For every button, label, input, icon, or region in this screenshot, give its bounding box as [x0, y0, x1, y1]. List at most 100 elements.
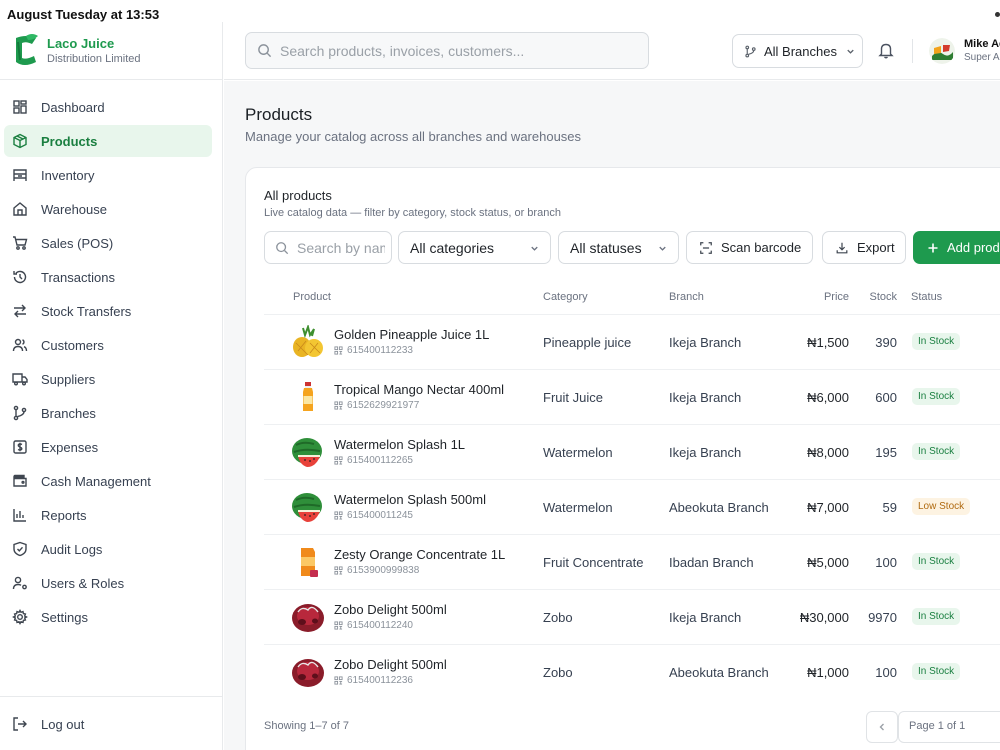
- product-thumbnail: [290, 380, 326, 414]
- table-row[interactable]: Zesty Orange Concentrate 1L 6153900999838…: [264, 534, 1000, 589]
- dashboard-icon: [13, 100, 27, 114]
- export-button[interactable]: Export: [822, 231, 906, 264]
- sidebar-item-transactions[interactable]: Transactions: [4, 261, 212, 293]
- divider: [912, 39, 913, 63]
- history-icon: [13, 270, 27, 284]
- table-row[interactable]: Zobo Delight 500ml 615400112236 Zobo Abeoku…: [264, 644, 1000, 699]
- sidebar-item-warehouse[interactable]: Warehouse: [4, 193, 212, 225]
- table-row[interactable]: Watermelon Splash 1L 615400112265 Watermel…: [264, 424, 1000, 479]
- sidebar-item-label: Reports: [41, 507, 87, 523]
- page-subtitle: Manage your catalog across all branches …: [245, 129, 582, 144]
- product-name[interactable]: Zobo Delight 500ml: [334, 602, 447, 617]
- table-row[interactable]: Tropical Mango Nectar 400ml 6152629921977…: [264, 369, 1000, 424]
- product-sku-value: 615400112240: [347, 620, 413, 631]
- scan-barcode-button[interactable]: Scan barcode: [686, 231, 813, 264]
- product-thumbnail: [290, 323, 326, 359]
- product-name[interactable]: Watermelon Splash 500ml: [334, 492, 486, 507]
- status-select[interactable]: All statuses: [558, 231, 679, 264]
- sidebar-item-reports[interactable]: Reports: [4, 499, 212, 531]
- column-header-product[interactable]: Product: [293, 291, 331, 303]
- result-count: Showing 1–7 of 7: [264, 720, 350, 732]
- global-search[interactable]: [245, 32, 649, 69]
- column-header-branch[interactable]: Branch: [669, 291, 704, 303]
- product-sku: 615400011245: [334, 510, 413, 521]
- product-sku: 6152629921977: [334, 400, 419, 411]
- sidebar-item-branches[interactable]: Branches: [4, 397, 212, 429]
- bell-icon[interactable]: [877, 41, 895, 59]
- sidebar-item-dashboard[interactable]: Dashboard: [4, 91, 212, 123]
- card-title: All products: [264, 188, 332, 203]
- product-name[interactable]: Zesty Orange Concentrate 1L: [334, 547, 505, 562]
- brand-name: Laco Juice: [47, 36, 115, 51]
- scan-barcode-label: Scan barcode: [721, 240, 802, 255]
- product-sku: 6153900999838: [334, 565, 419, 576]
- product-category: Zobo: [543, 665, 573, 680]
- sidebar-item-customers[interactable]: Customers: [4, 329, 212, 361]
- add-product-button[interactable]: Add produ: [913, 231, 1000, 264]
- sidebar-item-settings[interactable]: Settings: [4, 601, 212, 633]
- sidebar-item-inventory[interactable]: Inventory: [4, 159, 212, 191]
- user-cog-icon: [12, 576, 27, 590]
- column-header-stock[interactable]: Stock: [857, 291, 897, 303]
- chevron-down-icon: [659, 246, 666, 251]
- category-select-value: All categories: [410, 239, 495, 256]
- sidebar-item-users-roles[interactable]: Users & Roles: [4, 567, 212, 599]
- brand-logo: [16, 34, 38, 65]
- branch-icon: [745, 45, 756, 57]
- sidebar-item-label: Inventory: [41, 167, 95, 183]
- column-header-status[interactable]: Status: [911, 291, 942, 303]
- add-product-label: Add produ: [947, 240, 1000, 255]
- download-icon: [836, 242, 848, 253]
- sidebar-item-expenses[interactable]: Expenses: [4, 431, 212, 463]
- branch-icon: [13, 405, 27, 421]
- sidebar-item-sales-pos[interactable]: Sales (POS): [4, 227, 212, 259]
- branch-selector-label: All Branches: [764, 43, 837, 59]
- sidebar-item-cash-management[interactable]: Cash Management: [4, 465, 212, 497]
- logout-button[interactable]: Log out: [4, 708, 212, 740]
- product-name[interactable]: Watermelon Splash 1L: [334, 437, 465, 452]
- divider: [0, 696, 223, 697]
- sidebar-item-audit-logs[interactable]: Audit Logs: [4, 533, 212, 565]
- previous-page-button[interactable]: [866, 711, 898, 743]
- table-row[interactable]: Golden Pineapple Juice 1L 615400112233 Pin…: [264, 314, 1000, 369]
- product-search[interactable]: [264, 231, 392, 264]
- product-price: ₦5,000: [807, 555, 849, 570]
- table-row[interactable]: Watermelon Splash 500ml 615400011245 Water…: [264, 479, 1000, 534]
- product-branch: Ibadan Branch: [669, 555, 754, 570]
- branch-selector[interactable]: All Branches: [732, 34, 863, 68]
- column-header-price[interactable]: Price: [809, 291, 849, 303]
- product-name[interactable]: Golden Pineapple Juice 1L: [334, 327, 489, 342]
- cart-icon: [13, 236, 28, 250]
- category-select[interactable]: All categories: [398, 231, 551, 264]
- product-search-input[interactable]: [297, 239, 385, 256]
- sidebar-item-label: Settings: [41, 609, 88, 625]
- status-indicator: [995, 12, 1000, 17]
- product-price: ₦7,000: [807, 500, 849, 515]
- product-sku: 615400112233: [334, 345, 413, 356]
- wallet-icon: [13, 474, 27, 487]
- warehouse-icon: [13, 202, 27, 216]
- product-name[interactable]: Zobo Delight 500ml: [334, 657, 447, 672]
- sidebar-item-label: Dashboard: [41, 99, 105, 115]
- truck-icon: [12, 373, 28, 386]
- product-sku-value: 615400112236: [347, 675, 413, 686]
- sidebar-item-suppliers[interactable]: Suppliers: [4, 363, 212, 395]
- product-sku-value: 615400011245: [347, 510, 413, 521]
- table-row[interactable]: Zobo Delight 500ml 615400112240 Zobo Ikeja …: [264, 589, 1000, 644]
- column-header-category[interactable]: Category: [543, 291, 588, 303]
- barcode-icon: [334, 621, 343, 630]
- avatar[interactable]: [929, 38, 955, 64]
- product-name[interactable]: Tropical Mango Nectar 400ml: [334, 382, 504, 397]
- product-category: Pineapple juice: [543, 335, 632, 350]
- sidebar-item-label: Sales (POS): [41, 235, 114, 251]
- sidebar-item-stock-transfers[interactable]: Stock Transfers: [4, 295, 212, 327]
- product-category: Watermelon: [543, 500, 613, 515]
- inventory-icon: [13, 169, 27, 181]
- global-search-input[interactable]: [280, 42, 640, 59]
- status-badge: In Stock: [912, 663, 961, 680]
- product-stock: 390: [875, 335, 897, 350]
- sidebar-item-label: Suppliers: [41, 371, 96, 387]
- product-stock: 100: [875, 555, 897, 570]
- sidebar-item-products[interactable]: Products: [4, 125, 212, 157]
- status-badge: In Stock: [912, 608, 961, 625]
